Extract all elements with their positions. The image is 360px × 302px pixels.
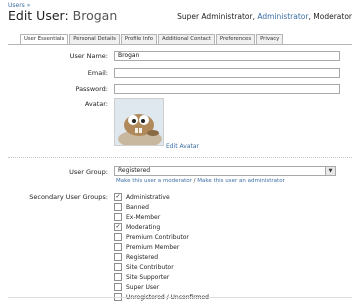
- user-group-label: User Group:: [69, 168, 108, 176]
- checkbox-super-user[interactable]: [114, 283, 122, 291]
- user-group-selected: Registered: [118, 167, 151, 174]
- checkbox-premium-contributor[interactable]: [114, 233, 122, 241]
- section-divider: [8, 157, 352, 158]
- tab-personal-details[interactable]: Personal Details: [69, 34, 120, 44]
- group-label: Administrative: [126, 193, 170, 201]
- checkbox-site-contributor[interactable]: [114, 263, 122, 271]
- group-label: Premium Contributor: [126, 233, 189, 241]
- group-option-site-contributor[interactable]: Site Contributor: [114, 262, 209, 272]
- group-label: Registered: [126, 253, 159, 261]
- email-field[interactable]: [114, 68, 340, 78]
- email-label: Email:: [87, 69, 108, 77]
- make-administrator-link[interactable]: Make this user an administrator: [197, 178, 285, 184]
- group-option-administrative[interactable]: ✓ Administrative: [114, 192, 209, 202]
- secondary-groups-list: ✓ Administrative Banned Ex-Member ✓ Modera…: [114, 192, 209, 302]
- group-option-moderating[interactable]: ✓ Moderating: [114, 222, 209, 232]
- role-super-administrator: Super Administrator: [177, 12, 253, 21]
- group-option-banned[interactable]: Banned: [114, 202, 209, 212]
- group-option-site-supporter[interactable]: Site Supporter: [114, 272, 209, 282]
- tab-preferences[interactable]: Preferences: [215, 34, 256, 44]
- password-field[interactable]: [114, 84, 340, 94]
- checkbox-premium-member[interactable]: [114, 243, 122, 251]
- tab-privacy[interactable]: Privacy: [256, 34, 284, 44]
- checkbox-registered[interactable]: [114, 253, 122, 261]
- page-title-username: Brogan: [72, 8, 118, 23]
- group-option-ex-member[interactable]: Ex-Member: [114, 212, 209, 222]
- checkbox-administrative[interactable]: ✓: [114, 193, 122, 201]
- tab-profile-info[interactable]: Profile Info: [120, 34, 158, 44]
- edit-avatar-link[interactable]: Edit Avatar: [166, 143, 199, 150]
- group-label: Super User: [126, 283, 160, 291]
- role-administrator[interactable]: Administrator: [257, 12, 308, 21]
- checkbox-ex-member[interactable]: [114, 213, 122, 221]
- username-field[interactable]: Brogan: [114, 51, 340, 61]
- user-group-select[interactable]: Registered ▼: [114, 166, 336, 176]
- make-moderator-link[interactable]: Make this user a moderator: [116, 178, 192, 184]
- tab-divider: [8, 44, 352, 45]
- group-label: Premium Member: [126, 243, 180, 251]
- group-label: Moderating: [126, 223, 161, 231]
- tab-additional-contact[interactable]: Additional Contact: [158, 34, 215, 44]
- tab-bar: User Essentials Personal Details Profile…: [20, 34, 284, 45]
- group-option-registered[interactable]: Registered: [114, 252, 209, 262]
- group-label: Ex-Member: [126, 213, 161, 221]
- user-roles: Super Administrator, Administrator, Mode…: [177, 12, 352, 21]
- group-label: Site Supporter: [126, 273, 170, 281]
- user-group-links: Make this user a moderator / Make this u…: [116, 178, 285, 184]
- username-label: User Name:: [69, 52, 108, 60]
- page-title-prefix: Edit User:: [8, 8, 69, 23]
- checkbox-banned[interactable]: [114, 203, 122, 211]
- group-option-super-user[interactable]: Super User: [114, 282, 209, 292]
- group-option-premium-contributor[interactable]: Premium Contributor: [114, 232, 209, 242]
- bottom-divider: [8, 297, 352, 298]
- avatar-label: Avatar:: [84, 100, 108, 108]
- secondary-groups-label: Secondary User Groups:: [29, 193, 108, 201]
- avatar-image: [115, 99, 163, 145]
- chevron-down-icon[interactable]: ▼: [325, 167, 335, 175]
- password-label: Password:: [75, 85, 108, 93]
- page-title: Edit User: Brogan: [8, 8, 117, 23]
- group-option-premium-member[interactable]: Premium Member: [114, 242, 209, 252]
- group-label: Site Contributor: [126, 263, 174, 271]
- role-moderator: Moderator: [313, 12, 352, 21]
- checkbox-site-supporter[interactable]: [114, 273, 122, 281]
- group-label: Banned: [126, 203, 149, 211]
- checkbox-moderating[interactable]: ✓: [114, 223, 122, 231]
- avatar[interactable]: [114, 98, 164, 146]
